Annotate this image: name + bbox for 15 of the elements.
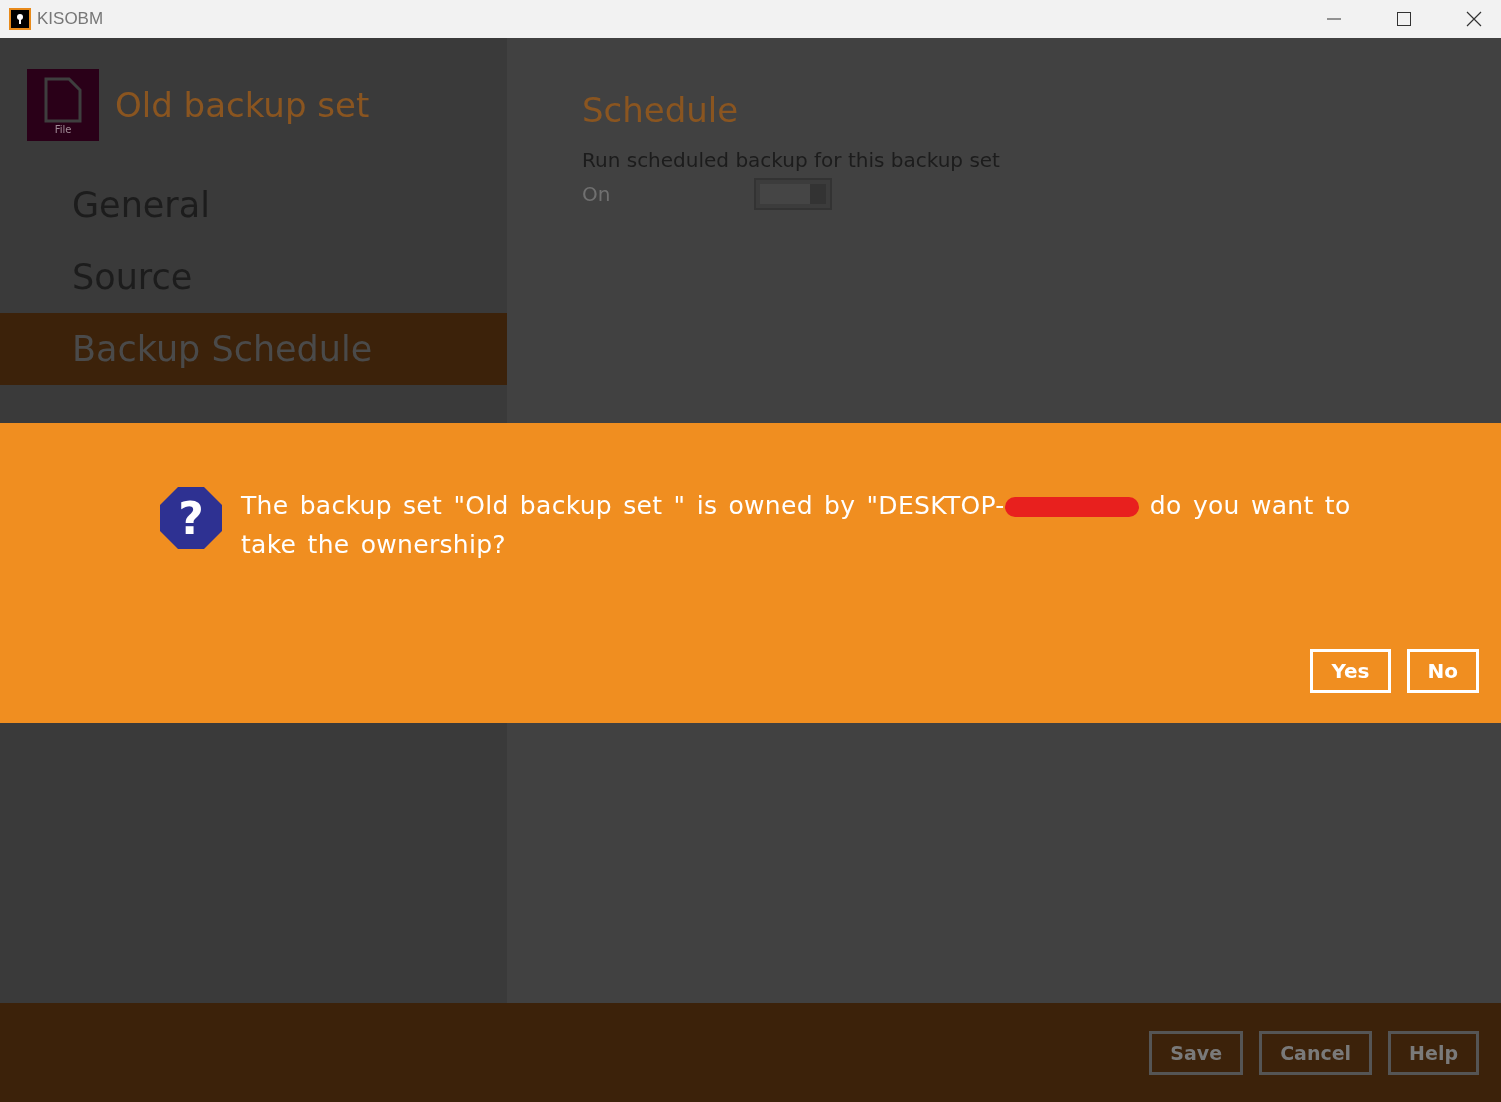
maximize-icon[interactable] [1396, 11, 1412, 27]
footer-button[interactable]: Help [1388, 1030, 1479, 1075]
keyhole-icon [9, 8, 31, 30]
footer-button[interactable]: Cancel [1259, 1030, 1373, 1075]
close-icon[interactable] [1466, 11, 1482, 27]
dialog-message: The backup set "Old backup set " is owned by "DESKTOP- do you want to take the ownership? [241, 490, 1351, 561]
dialog-button[interactable]: No [1406, 649, 1479, 693]
sidebar-item[interactable]: Backup Schedule [0, 313, 507, 385]
file-icon: File [27, 69, 99, 141]
footer-button[interactable]: Save [1149, 1030, 1244, 1075]
dialog-button[interactable]: Yes [1310, 649, 1391, 693]
question-icon: ? [159, 486, 223, 550]
window-title: KISOBM [37, 9, 104, 29]
section-title: Schedule [582, 90, 740, 130]
backup-set-name: Old backup set [115, 85, 370, 125]
